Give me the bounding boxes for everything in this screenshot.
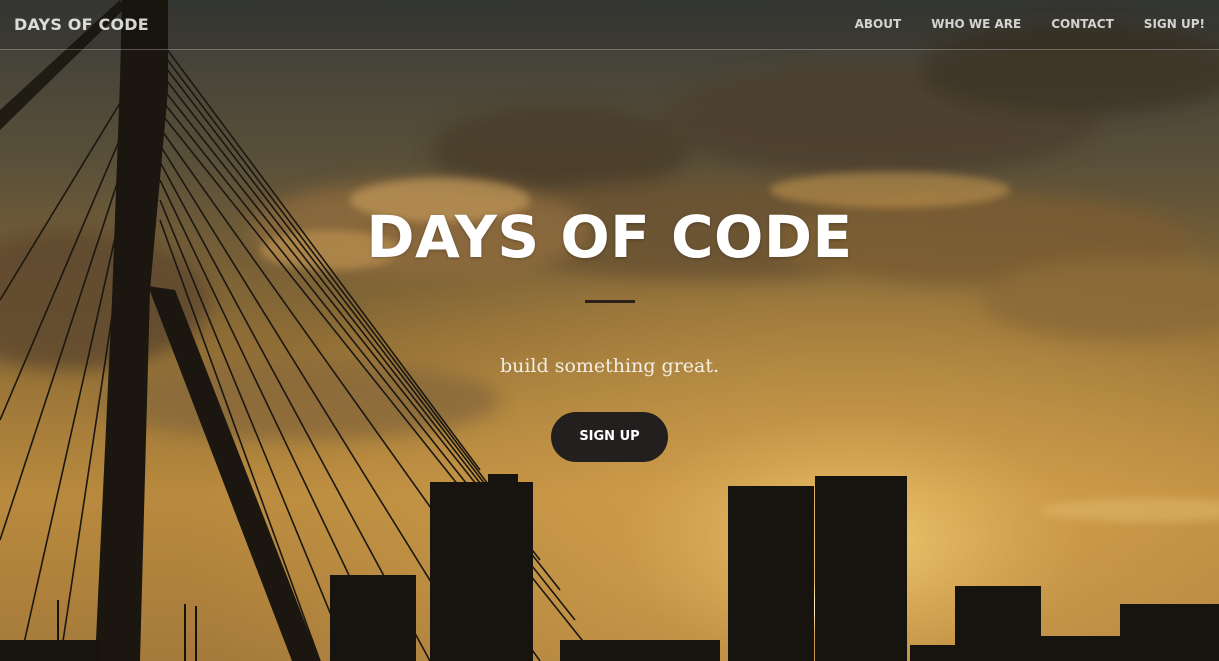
nav-link-who-we-are[interactable]: WHO WE ARE [931,17,1021,31]
hero-background [0,0,1219,661]
nav-item-contact: CONTACT [1021,17,1114,31]
nav-link-sign-up[interactable]: SIGN UP! [1144,17,1205,31]
brand-logo-link[interactable]: DAYS OF CODE [14,15,149,34]
nav-link-about[interactable]: ABOUT [855,17,902,31]
sunset-bridge-photo [0,0,1219,661]
title-divider [585,300,635,303]
nav-link-contact[interactable]: CONTACT [1051,17,1114,31]
nav-item-sign-up: SIGN UP! [1114,17,1205,31]
hero-subtitle: build something great. [499,355,720,377]
nav-item-about: ABOUT [825,17,902,31]
hero-title: DAYS OF CODE [366,203,853,271]
nav-links: ABOUT WHO WE ARE CONTACT SIGN UP! [825,17,1205,31]
top-navbar: DAYS OF CODE ABOUT WHO WE ARE CONTACT SI… [0,0,1219,50]
nav-item-who-we-are: WHO WE ARE [901,17,1021,31]
sign-up-button[interactable]: SIGN UP [551,412,668,462]
